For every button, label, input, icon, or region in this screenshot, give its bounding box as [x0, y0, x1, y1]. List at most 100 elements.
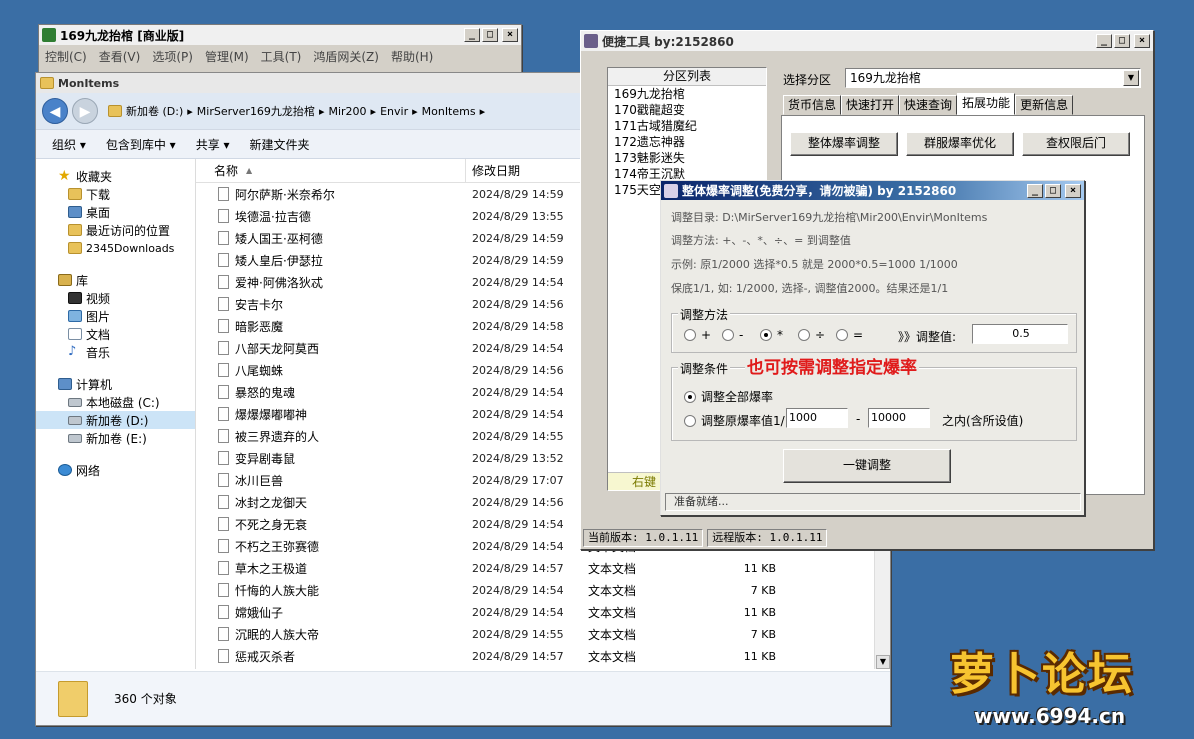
file-row[interactable]: 草木之王极道 2024/8/29 14:57 文本文档 11 KB [196, 557, 890, 579]
nav-documents[interactable]: 文档 [36, 325, 195, 343]
breadcrumb-mir200[interactable]: Mir200 [328, 105, 366, 118]
forward-icon[interactable]: ▶ [72, 98, 98, 124]
menu-tools[interactable]: 工具(T) [261, 48, 302, 65]
minimize-icon[interactable]: _ [464, 28, 480, 42]
share-button[interactable]: 共享 ▾ [196, 136, 230, 153]
partition-item[interactable]: 170戳龍超变 [608, 102, 766, 118]
file-name-cell: 埃德温·拉吉德 [196, 208, 466, 225]
nav-computer[interactable]: 计算机 [36, 375, 195, 393]
file-type: 文本文档 [588, 561, 637, 576]
op-minus-radio[interactable]: - [722, 328, 743, 342]
partition-item[interactable]: 171古域猎魔纪 [608, 118, 766, 134]
nav-desktop[interactable]: 桌面 [36, 203, 195, 221]
picture-icon [68, 310, 82, 322]
nav-favorites[interactable]: ★ 收藏夹 [36, 167, 195, 185]
back-icon[interactable]: ◀ [42, 98, 68, 124]
nav-label: 新加卷 (E:) [86, 431, 147, 446]
cond-range-radio[interactable]: 调整原爆率值1/ [684, 412, 785, 429]
file-row[interactable]: 嫦娥仙子 2024/8/29 14:54 文本文档 11 KB [196, 601, 890, 623]
column-date[interactable]: 修改日期 [466, 162, 520, 179]
group-droprate-button[interactable]: 群服爆率优化 [906, 132, 1014, 156]
file-row[interactable]: 忏悔的人族大能 2024/8/29 14:54 文本文档 7 KB [196, 579, 890, 601]
tab-updates[interactable]: 更新信息 [1015, 95, 1074, 115]
nav-2345downloads[interactable]: 2345Downloads [36, 239, 195, 257]
partition-item[interactable]: 172遗忘神器 [608, 134, 766, 150]
overall-droprate-button[interactable]: 整体爆率调整 [790, 132, 898, 156]
nav-recent[interactable]: 最近访问的位置 [36, 221, 195, 239]
file-row[interactable]: 惩戒灭杀者 2024/8/29 14:57 文本文档 11 KB [196, 645, 890, 667]
cond-all-label: 调整全部爆率 [701, 390, 774, 404]
partition-item[interactable]: 169九龙抬棺 [608, 86, 766, 102]
file-name: 矮人皇后·伊瑟拉 [235, 253, 323, 268]
tab-currency[interactable]: 货币信息 [783, 95, 842, 115]
range-to-input[interactable]: 10000 [868, 408, 930, 428]
nav-drive-c[interactable]: 本地磁盘 (C:) [36, 393, 195, 411]
file-date: 2024/8/29 14:58 [472, 319, 564, 333]
menu-view[interactable]: 查看(V) [99, 48, 141, 65]
menu-manage[interactable]: 管理(M) [205, 48, 249, 65]
partition-select[interactable]: 169九龙抬棺 ▼ [845, 68, 1141, 88]
file-name-cell: 不死之身无衰 [196, 516, 466, 533]
nav-libraries[interactable]: 库 [36, 271, 195, 289]
breadcrumb-server[interactable]: MirServer169九龙抬棺 [197, 103, 315, 119]
version-bar: 当前版本: 1.0.1.11 远程版本: 1.0.1.11 [583, 529, 883, 547]
apply-adjust-button[interactable]: 一键调整 [783, 449, 951, 483]
column-name[interactable]: 名称 ▲ [196, 159, 466, 182]
explorer-status-bar: 360 个对象 [36, 671, 890, 725]
range-from-input[interactable]: 1000 [786, 408, 848, 428]
cond-all-radio[interactable]: 调整全部爆率 [684, 388, 773, 405]
nav-drive-e[interactable]: 新加卷 (E:) [36, 429, 195, 447]
nav-label: 网络 [76, 463, 101, 478]
menu-control[interactable]: 控制(C) [45, 48, 87, 65]
tab-quick-open[interactable]: 快速打开 [841, 95, 900, 115]
partition-item[interactable]: 173魅影迷失 [608, 150, 766, 166]
file-name: 不朽之王弥赛德 [235, 539, 320, 554]
object-count: 360 个对象 [114, 692, 177, 706]
nav-videos[interactable]: 视频 [36, 289, 195, 307]
breadcrumb-drive[interactable]: 新加卷 (D:) [126, 103, 183, 119]
chevron-down-icon[interactable]: ▼ [1123, 70, 1139, 86]
tab-quick-query[interactable]: 快速查询 [899, 95, 958, 115]
nav-pictures[interactable]: 图片 [36, 307, 195, 325]
tab-extensions[interactable]: 拓展功能 [957, 93, 1016, 115]
new-folder-button[interactable]: 新建文件夹 [250, 136, 310, 153]
op-divide-radio[interactable]: ÷ [798, 328, 825, 342]
menu-options[interactable]: 选项(P) [152, 48, 193, 65]
op-plus-radio[interactable]: + [684, 328, 711, 342]
op-equal-radio[interactable]: = [836, 328, 863, 342]
include-library-button[interactable]: 包含到库中 ▾ [106, 136, 176, 153]
organize-button[interactable]: 组织 ▾ [52, 136, 86, 153]
nav-network[interactable]: 网络 [36, 461, 195, 479]
minimize-icon[interactable]: _ [1027, 183, 1043, 198]
op-multiply-radio[interactable]: * [760, 328, 783, 342]
nav-label: 2345Downloads [86, 241, 175, 255]
nav-label: 最近访问的位置 [86, 223, 171, 238]
scroll-down-icon[interactable]: ▼ [876, 655, 890, 669]
breadcrumb-monitems[interactable]: MonItems [422, 105, 476, 118]
nav-drive-d[interactable]: 新加卷 (D:) [36, 411, 195, 429]
maximize-icon[interactable]: □ [1045, 183, 1061, 198]
nav-downloads[interactable]: 下载 [36, 185, 195, 203]
file-name: 不死之身无衰 [235, 517, 308, 532]
minimize-icon[interactable]: _ [1096, 34, 1112, 48]
close-icon[interactable]: × [502, 28, 518, 42]
nav-label: 文档 [86, 327, 111, 342]
file-row[interactable]: 沉眠的人族大帝 2024/8/29 14:55 文本文档 7 KB [196, 623, 890, 645]
menu-gateway[interactable]: 鸿盾网关(Z) [313, 48, 379, 65]
main-menubar: 控制(C) 查看(V) 选项(P) 管理(M) 工具(T) 鸿盾网关(Z) 帮助… [39, 45, 521, 68]
breadcrumb[interactable]: 新加卷 (D:) ▸ MirServer169九龙抬棺 ▸ Mir200 ▸ Envi… [108, 103, 485, 119]
text-file-icon [218, 649, 229, 663]
text-file-icon [218, 253, 229, 267]
maximize-icon[interactable]: □ [482, 28, 498, 42]
menu-help[interactable]: 帮助(H) [391, 48, 433, 65]
folder-icon [40, 77, 54, 89]
breadcrumb-envir[interactable]: Envir [380, 105, 408, 118]
adjust-value-input[interactable]: 0.5 [972, 324, 1068, 344]
check-backdoor-button[interactable]: 查权限后门 [1022, 132, 1130, 156]
nav-music[interactable]: ♪ 音乐 [36, 343, 195, 361]
dialog-title: 整体爆率调整(免费分享，请勿被骗) by 2152860 [682, 184, 957, 198]
close-icon[interactable]: × [1065, 183, 1081, 198]
close-icon[interactable]: × [1134, 34, 1150, 48]
maximize-icon[interactable]: □ [1114, 34, 1130, 48]
file-size: 11 KB [743, 605, 776, 619]
